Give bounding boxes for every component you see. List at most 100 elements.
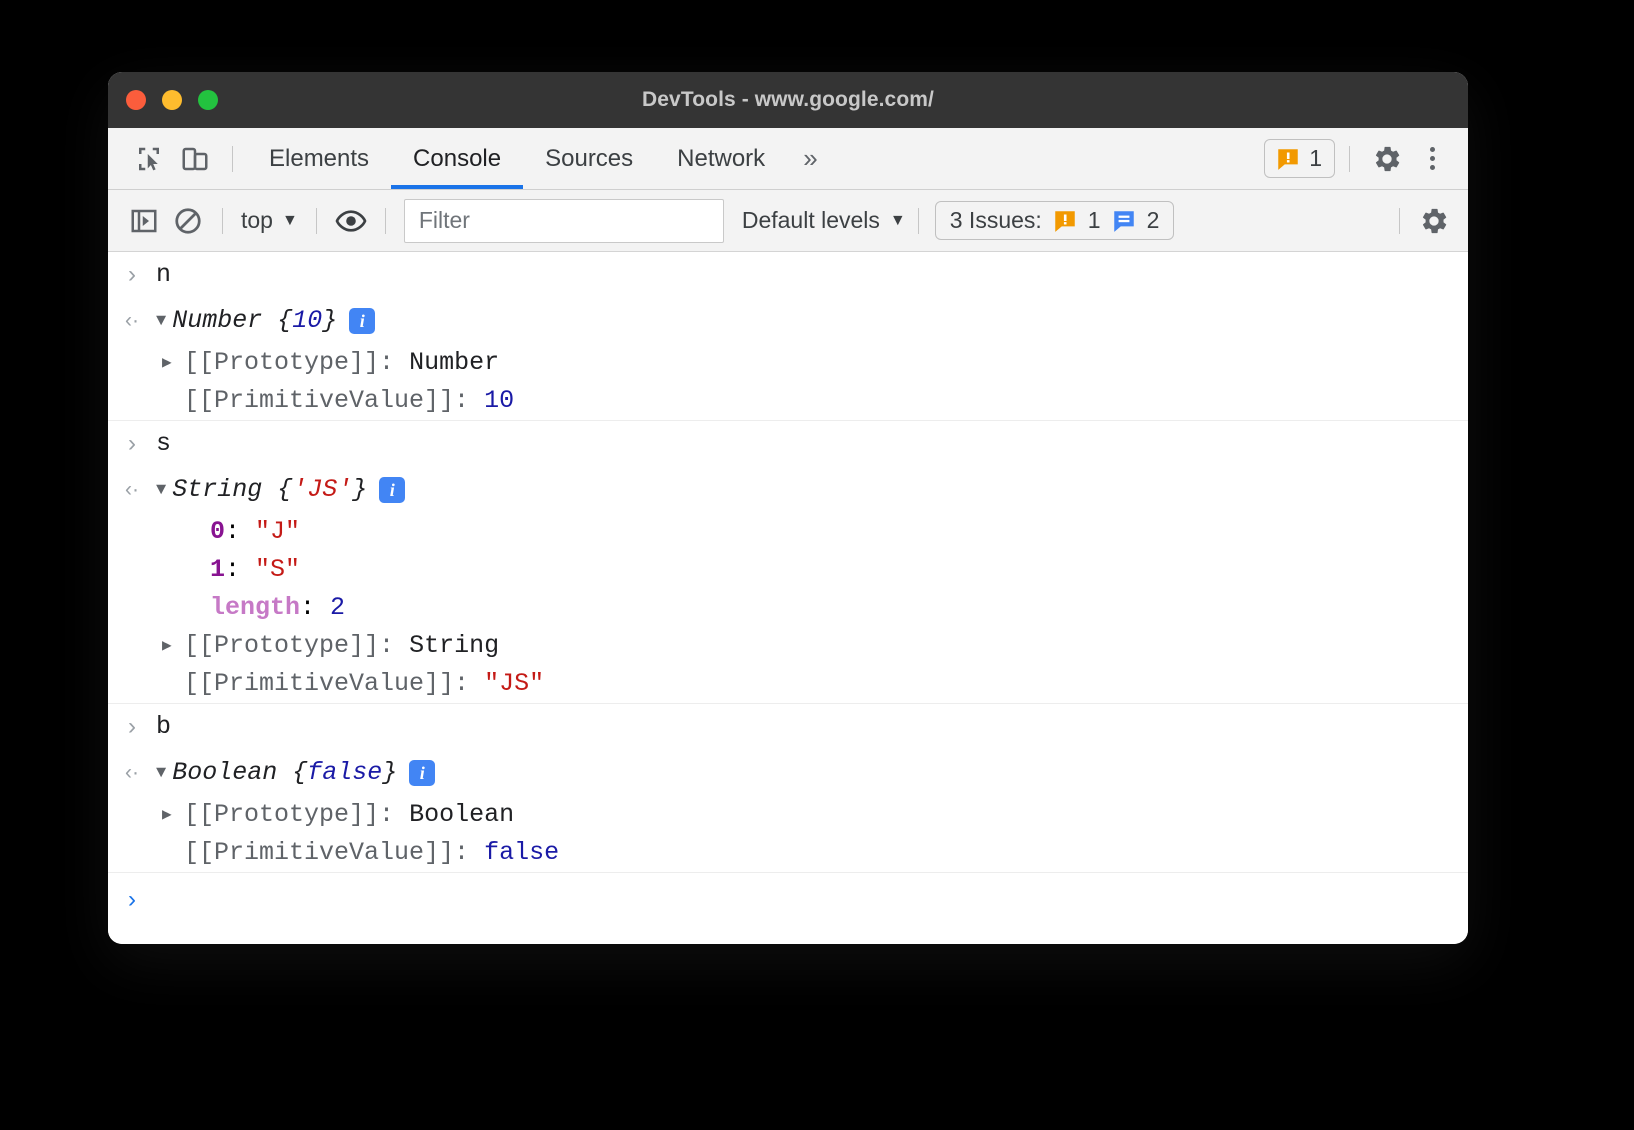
property-key: 0 [210, 517, 225, 546]
console-entry-number: › n ‹· ▼Number {10}i ▶ [[Prototype]]: Nu… [108, 252, 1468, 421]
console-input-row[interactable]: › b [108, 704, 1468, 750]
kebab-menu-icon[interactable] [1410, 137, 1454, 181]
info-badge-icon[interactable]: i [379, 477, 405, 503]
window-titlebar: DevTools - www.google.com/ [108, 72, 1468, 128]
expand-triangle-icon[interactable]: ▼ [156, 313, 166, 330]
console-result-row[interactable]: ‹· ▼Number {10}i [108, 298, 1468, 344]
info-badge-icon[interactable]: i [409, 760, 435, 786]
issues-summary-label: 3 Issues: [950, 207, 1042, 234]
property-separator: : [225, 555, 255, 584]
property-separator: : [300, 593, 330, 622]
property-row[interactable]: 0: "J" [108, 513, 1468, 551]
tabbar-right-actions: 1 [1264, 136, 1454, 182]
execution-context-selector[interactable]: top ▼ [235, 207, 304, 234]
console-sidebar-icon[interactable] [122, 199, 166, 243]
expand-triangle-icon[interactable]: ▶ [156, 627, 184, 665]
property-separator: : [454, 669, 484, 698]
property-row[interactable]: ▶ [[Prototype]]: String [108, 627, 1468, 665]
object-preview-value: 'JS' [292, 471, 352, 509]
live-expression-icon[interactable] [329, 199, 373, 243]
tabbar-right-divider [1349, 146, 1350, 172]
tab-network[interactable]: Network [655, 128, 787, 189]
issue-warning-icon [1052, 208, 1078, 234]
tab-sources[interactable]: Sources [523, 128, 655, 189]
property-row[interactable]: ▶ [[Prototype]]: Boolean [108, 796, 1468, 834]
tabbar-divider [232, 146, 233, 172]
object-header[interactable]: ▼Boolean {false}i [156, 754, 1468, 792]
expand-triangle-icon[interactable]: ▼ [156, 482, 166, 499]
property-value: "J" [255, 517, 300, 546]
property-key: [[Prototype]] [184, 631, 379, 660]
property-key: length [210, 593, 300, 622]
console-entry-string: › s ‹· ▼String {'JS'}i 0: "J" [108, 421, 1468, 704]
execution-context-label: top [241, 207, 273, 234]
return-caret-icon: ‹· [108, 471, 156, 509]
inspect-cursor-icon[interactable] [126, 136, 172, 182]
property-value: false [484, 838, 559, 867]
filterbar-divider-4 [918, 208, 919, 234]
tab-elements[interactable]: Elements [247, 128, 391, 189]
object-header[interactable]: ▼Number {10}i [156, 302, 1468, 340]
property-row[interactable]: [[PrimitiveValue]]: false [108, 834, 1468, 872]
property-row[interactable]: ▶ [[Prototype]]: Number [108, 344, 1468, 382]
expand-triangle-placeholder [156, 382, 184, 420]
filter-input-wrapper[interactable] [404, 199, 724, 243]
log-levels-selector[interactable]: Default levels ▼ [742, 207, 906, 234]
object-preview-value: 10 [292, 302, 322, 340]
issues-summary-button[interactable]: 3 Issues: 1 2 [935, 201, 1175, 240]
expand-triangle-icon[interactable]: ▶ [156, 344, 184, 382]
expand-triangle-icon[interactable]: ▶ [156, 796, 184, 834]
console-output[interactable]: › n ‹· ▼Number {10}i ▶ [[Prototype]]: Nu… [108, 252, 1468, 944]
maximize-window-button[interactable] [198, 90, 218, 110]
filterbar-divider-2 [316, 208, 317, 234]
filterbar-divider-5 [1399, 208, 1400, 234]
console-input-row[interactable]: › n [108, 252, 1468, 298]
console-input-text: n [156, 256, 1468, 294]
property-row[interactable]: length: 2 [108, 589, 1468, 627]
more-tabs-button[interactable]: » [787, 128, 833, 189]
console-input-text: s [156, 425, 1468, 463]
console-prompt-row[interactable]: › [108, 873, 1468, 921]
property-key: [[Prototype]] [184, 800, 379, 829]
expand-triangle-placeholder [156, 551, 184, 589]
tab-console[interactable]: Console [391, 128, 523, 189]
console-input-text: b [156, 708, 1468, 746]
console-input-row[interactable]: › s [108, 421, 1468, 467]
brace-close: } [322, 302, 337, 340]
console-result-row[interactable]: ‹· ▼String {'JS'}i [108, 467, 1468, 513]
info-badge-icon[interactable]: i [349, 308, 375, 334]
console-result-block: ‹· ▼Boolean {false}i ▶ [[Prototype]]: Bo… [108, 750, 1468, 872]
filterbar-right-actions [1387, 199, 1456, 243]
issues-error-count: 1 [1088, 207, 1101, 234]
devtools-window: DevTools - www.google.com/ Elements Cons… [108, 72, 1468, 944]
object-preview-value: false [307, 754, 382, 792]
input-caret-icon: › [108, 256, 156, 294]
minimize-window-button[interactable] [162, 90, 182, 110]
issues-counter-value: 1 [1309, 145, 1322, 172]
console-entry-boolean: › b ‹· ▼Boolean {false}i ▶ [[Prototype]]… [108, 704, 1468, 873]
filter-input[interactable] [417, 206, 711, 235]
issues-counter-button[interactable]: 1 [1264, 139, 1335, 178]
console-settings-gear-icon[interactable] [1412, 199, 1456, 243]
clear-console-icon[interactable] [166, 199, 210, 243]
brace-open: { [277, 754, 307, 792]
console-result-block: ‹· ▼Number {10}i ▶ [[Prototype]]: Number [108, 298, 1468, 420]
console-result-row[interactable]: ‹· ▼Boolean {false}i [108, 750, 1468, 796]
object-header[interactable]: ▼String {'JS'}i [156, 471, 1468, 509]
return-caret-icon: ‹· [108, 754, 156, 792]
brace-close: } [352, 471, 367, 509]
property-row[interactable]: 1: "S" [108, 551, 1468, 589]
traffic-lights [126, 90, 218, 110]
property-separator: : [379, 800, 409, 829]
close-window-button[interactable] [126, 90, 146, 110]
device-toolbar-icon[interactable] [172, 136, 218, 182]
property-separator: : [225, 517, 255, 546]
expand-triangle-icon[interactable]: ▼ [156, 765, 166, 782]
gear-icon[interactable] [1364, 136, 1410, 182]
property-key: 1 [210, 555, 225, 584]
property-value: "S" [255, 555, 300, 584]
property-row[interactable]: [[PrimitiveValue]]: "JS" [108, 665, 1468, 703]
property-key: [[PrimitiveValue]] [184, 838, 454, 867]
property-row[interactable]: [[PrimitiveValue]]: 10 [108, 382, 1468, 420]
return-caret-icon: ‹· [108, 302, 156, 340]
